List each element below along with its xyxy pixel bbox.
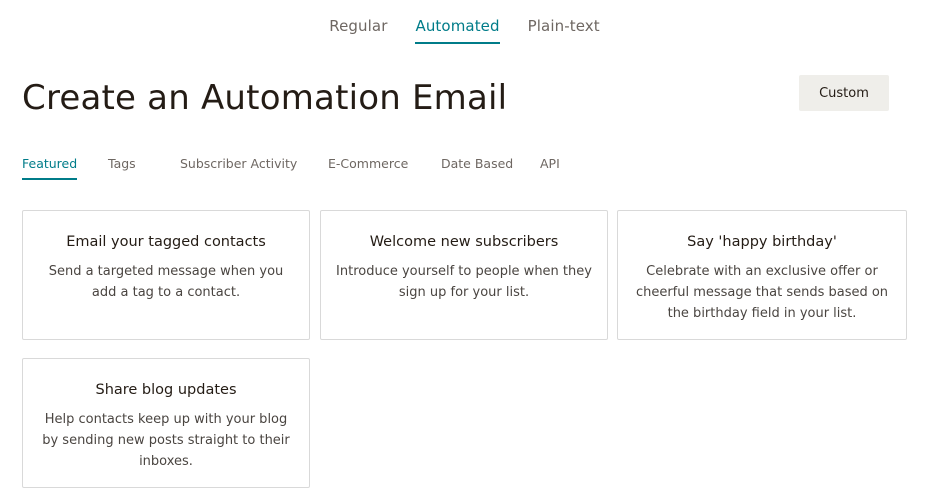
card-description: Celebrate with an exclusive offer or che… bbox=[635, 264, 889, 321]
card-title: Welcome new subscribers bbox=[369, 234, 559, 250]
card-share-blog-updates[interactable]: Share blog updates Help contacts keep up… bbox=[22, 358, 310, 488]
card-email-tagged-contacts[interactable]: Email your tagged contacts Send a target… bbox=[22, 210, 310, 340]
card-title: Share blog updates bbox=[95, 382, 237, 398]
card-description: Help contacts keep up with your blog by … bbox=[42, 412, 290, 469]
page-title: Create an Automation Email bbox=[22, 78, 508, 118]
custom-button[interactable]: Custom bbox=[799, 75, 889, 111]
tab-plain-text[interactable]: Plain-text bbox=[528, 17, 600, 44]
create-automation-email-page: Regular Automated Plain-text Create an A… bbox=[0, 0, 929, 503]
tab-e-commerce[interactable]: E-Commerce bbox=[328, 156, 408, 178]
tab-date-based[interactable]: Date Based bbox=[441, 156, 513, 178]
card-description: Send a targeted message when you add a t… bbox=[48, 264, 284, 300]
card-description: Introduce yourself to people when they s… bbox=[336, 264, 592, 300]
card-welcome-new-subscribers[interactable]: Welcome new subscribers Introduce yourse… bbox=[320, 210, 608, 340]
tab-featured[interactable]: Featured bbox=[22, 156, 78, 180]
card-title: Say 'happy birthday' bbox=[687, 234, 837, 250]
tab-api[interactable]: API bbox=[540, 156, 560, 178]
email-type-tabs: Regular Automated Plain-text bbox=[0, 17, 929, 44]
tab-regular[interactable]: Regular bbox=[329, 17, 387, 44]
tab-subscriber-activity[interactable]: Subscriber Activity bbox=[180, 156, 297, 178]
tab-automated[interactable]: Automated bbox=[415, 17, 500, 44]
card-title: Email your tagged contacts bbox=[66, 234, 266, 250]
card-say-happy-birthday[interactable]: Say 'happy birthday' Celebrate with an e… bbox=[617, 210, 907, 340]
tab-tags[interactable]: Tags bbox=[108, 156, 136, 178]
